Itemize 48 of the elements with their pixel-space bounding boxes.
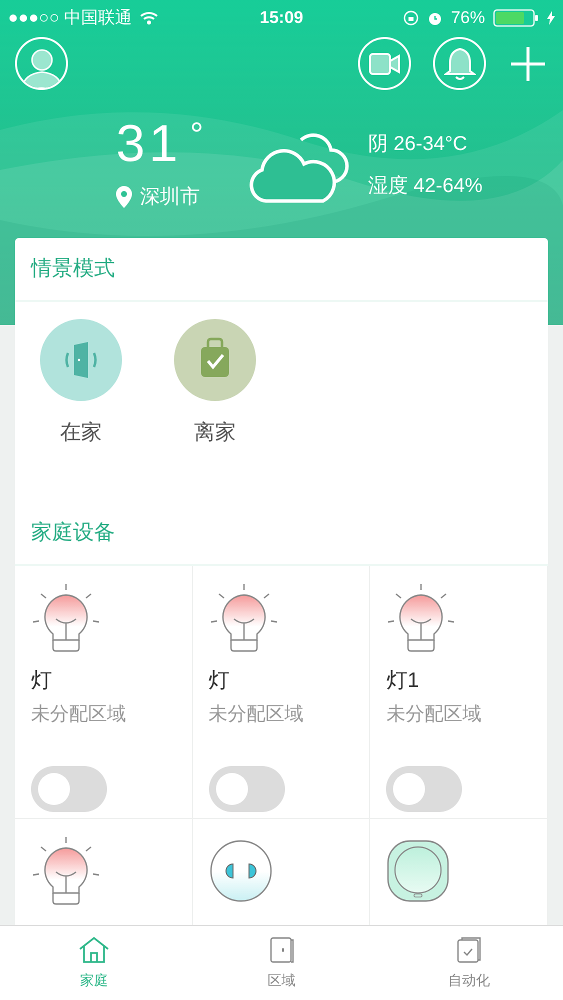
device-area: 未分配区域 [208, 705, 354, 724]
tab[interactable]: 区域 [188, 926, 376, 1000]
light-bulb-icon [386, 582, 456, 654]
clock-time: 15:09 [260, 6, 304, 29]
tab[interactable]: 自动化 [375, 926, 563, 1000]
video-camera-icon [368, 52, 400, 74]
door-icon [40, 319, 122, 401]
degree-sign: ° [190, 118, 204, 152]
toggle-switch[interactable] [386, 766, 462, 812]
device-name: 灯1 [386, 670, 420, 691]
wifi-icon [140, 10, 158, 24]
avatar-button[interactable] [15, 37, 68, 90]
charging-icon [546, 10, 555, 24]
device-card[interactable]: 灯 未分配区域 [192, 566, 370, 819]
bell-icon [444, 46, 476, 80]
device-card[interactable]: 灯1 未分配区域 [370, 566, 548, 819]
device-name: 灯 [208, 670, 231, 691]
carrier-label: ●●●○○ 中国联通 [8, 6, 132, 29]
rotation-lock-icon [402, 10, 419, 26]
city-label: 深圳市 [140, 185, 200, 210]
suitcase-icon [174, 319, 256, 401]
device-area: 未分配区域 [31, 705, 176, 724]
toggle-switch[interactable] [31, 766, 107, 812]
temperature-value: 31 [116, 118, 182, 170]
plus-icon [510, 46, 546, 82]
door-icon [268, 936, 294, 964]
toggle-switch[interactable] [208, 766, 285, 812]
battery-percent: 76% [450, 6, 485, 29]
scene-item[interactable]: 在家 [40, 319, 122, 502]
checklist-icon [456, 936, 482, 964]
humidity-label: 湿度 42-64% [368, 174, 482, 199]
device-name: 灯 [31, 670, 53, 691]
sensor-icon [386, 839, 450, 903]
socket-icon [208, 839, 273, 903]
section-title: 家庭设备 [31, 520, 115, 546]
battery-icon [492, 8, 539, 26]
scene-item[interactable]: 离家 [174, 319, 256, 502]
light-bulb-icon [208, 582, 279, 654]
light-bulb-icon [31, 582, 101, 654]
camera-button[interactable] [358, 37, 411, 90]
light-bulb-icon [31, 835, 101, 907]
weather-condition: 阴 26-34°C [368, 132, 468, 157]
location-pin-icon [116, 186, 132, 208]
device-area: 未分配区域 [386, 705, 531, 724]
house-icon [78, 936, 110, 964]
notification-button[interactable] [433, 37, 486, 90]
device-card[interactable]: 灯 未分配区域 [15, 566, 193, 819]
section-title: 情景模式 [31, 256, 115, 282]
